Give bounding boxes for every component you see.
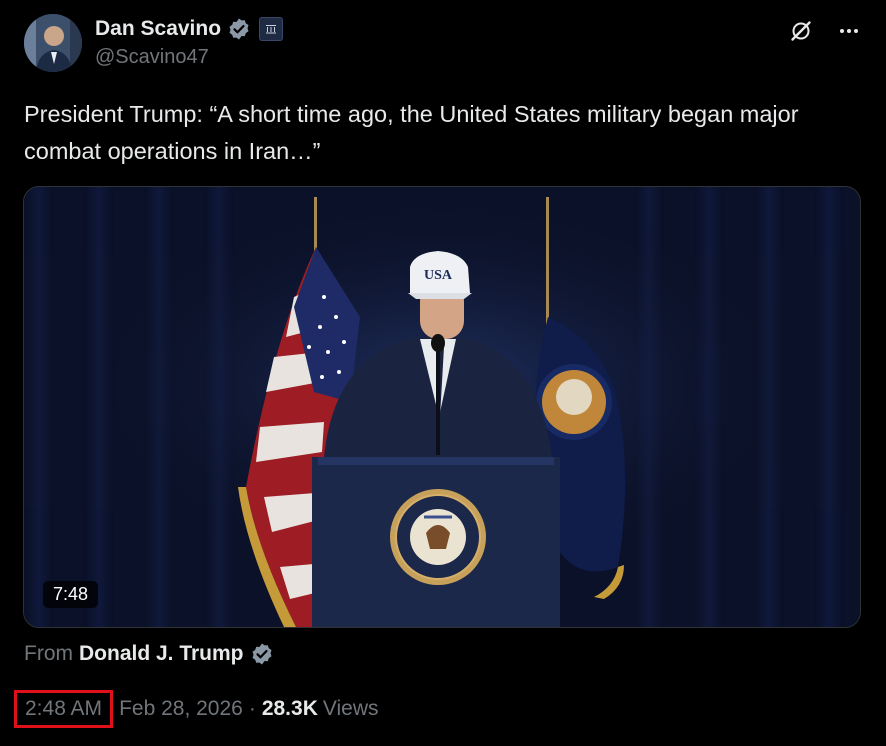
tweet-text: President Trump: “A short time ago, the … [24, 101, 799, 164]
tweet-meta: 2:48 AM Feb 28, 2026 · 28.3K Views [14, 690, 379, 728]
tweet-date[interactable]: Feb 28, 2026 [119, 697, 243, 721]
timestamp-link[interactable]: 2:48 AM [14, 690, 114, 728]
avatar-photo [24, 14, 82, 72]
more-options-icon[interactable] [836, 18, 862, 44]
source-attribution: From Donald J. Trump [24, 642, 274, 666]
author-handle[interactable]: @Scavino47 [95, 46, 209, 69]
author-name-row: Dan Scavino [95, 17, 284, 41]
video-duration: 7:48 [43, 581, 99, 608]
source-author-link[interactable]: Donald J. Trump [79, 642, 244, 666]
views-count: 28.3K [261, 697, 318, 720]
meta-separator: · [248, 697, 256, 720]
cap-text: USA [424, 268, 453, 283]
display-name[interactable]: Dan Scavino [95, 17, 221, 41]
avatar[interactable] [24, 14, 82, 72]
podium [312, 457, 560, 627]
grok-icon[interactable] [788, 18, 814, 44]
video-frame: USA [24, 187, 860, 627]
tweet-header: Dan Scavino @Scavino47 [24, 14, 862, 76]
from-label: From [24, 642, 73, 665]
video-player[interactable]: USA 7:48 [23, 186, 861, 628]
header-actions [788, 18, 862, 44]
affiliation-badge-icon[interactable] [259, 17, 284, 41]
verified-badge-icon[interactable] [227, 17, 251, 41]
views-label: Views [322, 697, 379, 720]
verified-badge-icon[interactable] [250, 642, 274, 666]
